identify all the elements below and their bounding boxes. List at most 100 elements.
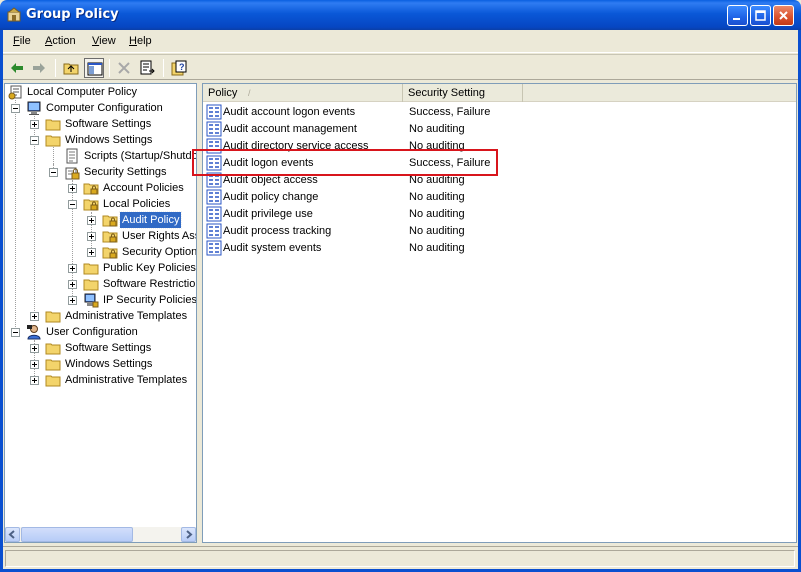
- expand-toggle[interactable]: [30, 376, 39, 385]
- expand-toggle[interactable]: [30, 312, 39, 321]
- tree-item-public-key-policies[interactable]: Public Key Policies: [5, 260, 196, 276]
- ip-security-icon: [83, 292, 99, 308]
- tree-item-account-policies[interactable]: Account Policies: [5, 180, 196, 196]
- scroll-right-button[interactable]: [181, 527, 196, 542]
- folder-icon: [83, 260, 99, 276]
- list-row[interactable]: Audit logon events Success, Failure: [203, 155, 796, 172]
- tree-item-ip-security-policies[interactable]: IP Security Policies (: [5, 292, 196, 308]
- policy-setting-icon: [206, 240, 222, 256]
- menu-help[interactable]: Help: [129, 35, 152, 47]
- group-policy-icon: [6, 7, 22, 23]
- collapse-toggle[interactable]: [30, 136, 39, 145]
- sort-indicator: /: [248, 88, 251, 98]
- svg-text:?: ?: [179, 62, 185, 72]
- tree-item-local-policies[interactable]: Local Policies: [5, 196, 196, 212]
- tree-item-administrative-templates[interactable]: Administrative Templates: [5, 308, 196, 324]
- scroll-left-button[interactable]: [5, 527, 20, 542]
- menu-file[interactable]: File: [13, 35, 31, 47]
- details-list[interactable]: Policy / Security Setting Audit account …: [202, 83, 797, 543]
- tree-item-security-settings[interactable]: Security Settings: [5, 164, 196, 180]
- menu-view[interactable]: View: [92, 35, 116, 47]
- collapse-toggle[interactable]: [68, 200, 77, 209]
- chevron-right-icon: [182, 530, 195, 544]
- tree-item-software-restriction-policies[interactable]: Software Restriction: [5, 276, 196, 292]
- security-lock-icon: [64, 164, 80, 180]
- list-header: Policy / Security Setting: [203, 84, 796, 102]
- show-hide-console-tree-button[interactable]: [84, 58, 104, 78]
- scroll-thumb[interactable]: [21, 527, 133, 542]
- locked-folder-icon: [102, 212, 118, 228]
- minimize-button[interactable]: [727, 5, 748, 26]
- tree-item-user-administrative-templates[interactable]: Administrative Templates: [5, 372, 196, 388]
- list-row[interactable]: Audit account logon events Success, Fail…: [203, 104, 796, 121]
- status-bar: [3, 546, 798, 569]
- policy-setting-icon: [206, 189, 222, 205]
- status-pane: [5, 550, 795, 567]
- folder-icon: [45, 356, 61, 372]
- title-bar[interactable]: Group Policy: [0, 0, 801, 30]
- expand-toggle[interactable]: [30, 120, 39, 129]
- tree-item-software-settings[interactable]: Software Settings: [5, 116, 196, 132]
- tree-item-windows-settings[interactable]: Windows Settings: [5, 132, 196, 148]
- export-list-button[interactable]: [137, 58, 157, 78]
- up-one-level-button[interactable]: [61, 58, 81, 78]
- column-header-security-setting[interactable]: Security Setting: [403, 84, 523, 102]
- folder-icon: [45, 308, 61, 324]
- list-row[interactable]: Audit system events No auditing: [203, 240, 796, 257]
- expand-toggle[interactable]: [68, 280, 77, 289]
- window-title: Group Policy: [26, 7, 119, 22]
- collapse-toggle[interactable]: [11, 328, 20, 337]
- help-button[interactable]: ?: [169, 58, 189, 78]
- expand-toggle[interactable]: [68, 264, 77, 273]
- tree-item-local-computer-policy[interactable]: Local Computer Policy: [5, 84, 196, 100]
- toolbar: ?: [3, 54, 798, 80]
- expand-toggle[interactable]: [87, 232, 96, 241]
- menu-action[interactable]: Action: [45, 35, 76, 47]
- close-button[interactable]: [773, 5, 794, 26]
- tree-item-security-options[interactable]: Security Option: [5, 244, 196, 260]
- expand-toggle[interactable]: [30, 344, 39, 353]
- maximize-button[interactable]: [750, 5, 771, 26]
- expand-toggle[interactable]: [68, 296, 77, 305]
- user-icon: [26, 324, 42, 340]
- list-row[interactable]: Audit process tracking No auditing: [203, 223, 796, 240]
- collapse-toggle[interactable]: [11, 104, 20, 113]
- list-row[interactable]: Audit privilege use No auditing: [203, 206, 796, 223]
- tree-item-user-windows-settings[interactable]: Windows Settings: [5, 356, 196, 372]
- menu-bar: File Action View Help: [3, 30, 798, 53]
- policy-setting-icon: [206, 138, 222, 154]
- column-header-policy[interactable]: Policy /: [203, 84, 403, 102]
- list-row[interactable]: Audit account management No auditing: [203, 121, 796, 138]
- folder-icon: [45, 132, 61, 148]
- expand-toggle[interactable]: [68, 184, 77, 193]
- back-button[interactable]: [7, 58, 27, 78]
- list-row[interactable]: Audit object access No auditing: [203, 172, 796, 189]
- expand-toggle[interactable]: [87, 216, 96, 225]
- list-row[interactable]: Audit directory service access No auditi…: [203, 138, 796, 155]
- forward-button[interactable]: [29, 58, 49, 78]
- policy-setting-icon: [206, 121, 222, 137]
- locked-folder-icon: [83, 196, 99, 212]
- collapse-toggle[interactable]: [49, 168, 58, 177]
- locked-folder-icon: [83, 180, 99, 196]
- list-row[interactable]: Audit policy change No auditing: [203, 189, 796, 206]
- folder-icon: [45, 340, 61, 356]
- tree-item-user-software-settings[interactable]: Software Settings: [5, 340, 196, 356]
- console-tree[interactable]: Local Computer Policy Computer Configura…: [4, 83, 197, 543]
- toolbar-separator: [55, 59, 56, 77]
- tree-item-user-configuration[interactable]: User Configuration: [5, 324, 196, 340]
- expand-toggle[interactable]: [87, 248, 96, 257]
- tree-item-user-rights-assignment[interactable]: User Rights Ass: [5, 228, 196, 244]
- expand-toggle[interactable]: [30, 360, 39, 369]
- folder-icon: [45, 116, 61, 132]
- tree-item-audit-policy[interactable]: Audit Policy: [5, 211, 196, 229]
- tree-horizontal-scrollbar[interactable]: [5, 527, 196, 542]
- folder-icon: [45, 372, 61, 388]
- policy-setting-icon: [206, 206, 222, 222]
- tree-item-computer-configuration[interactable]: Computer Configuration: [5, 100, 196, 116]
- script-document-icon: [64, 148, 80, 164]
- delete-button[interactable]: [114, 58, 134, 78]
- chevron-left-icon: [6, 530, 19, 544]
- toolbar-separator: [163, 59, 164, 77]
- tree-item-scripts[interactable]: Scripts (Startup/Shutdo: [5, 148, 196, 164]
